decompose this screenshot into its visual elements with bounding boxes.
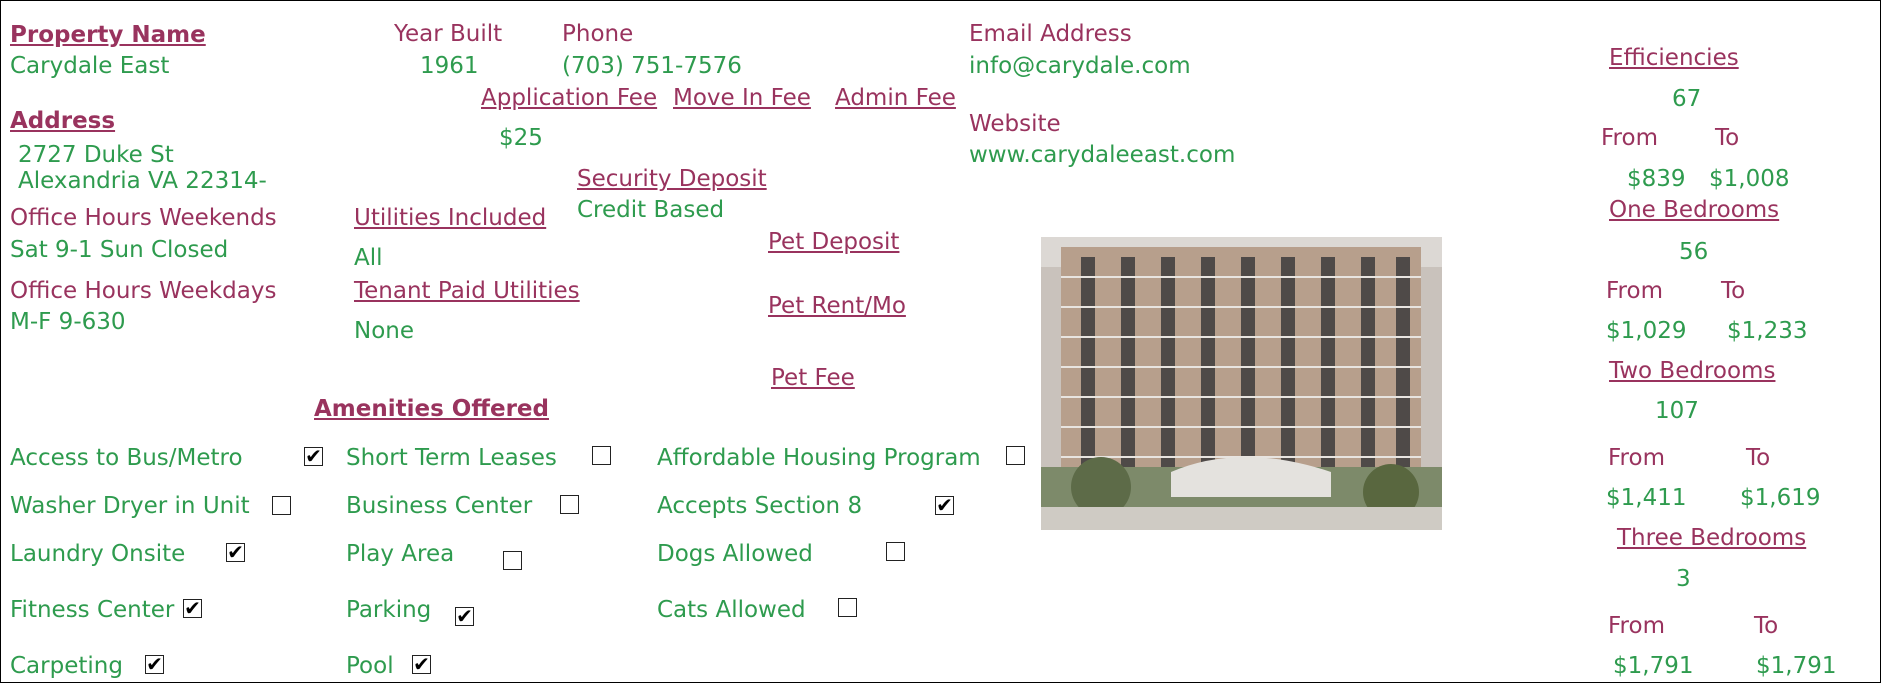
from-label: From [1608, 613, 1665, 639]
amenity-label: Business Center [346, 493, 533, 519]
email-label: Email Address [969, 21, 1132, 47]
amenity-label: Carpeting [10, 653, 123, 679]
three-bed-to: $1,791 [1756, 653, 1837, 679]
from-label: From [1608, 445, 1665, 471]
utilities-included-label: Utilities Included [354, 205, 547, 231]
weekend-hours-label: Office Hours Weekends [10, 205, 277, 231]
amenity-checkbox[interactable] [503, 551, 522, 570]
admin-fee-label: Admin Fee [835, 85, 956, 111]
amenity-label: Laundry Onsite [10, 541, 186, 567]
three-bed-label: Three Bedrooms [1617, 525, 1807, 551]
efficiencies-from: $839 [1627, 166, 1686, 192]
to-label: To [1721, 278, 1746, 304]
amenities-title: Amenities Offered [314, 396, 549, 422]
one-bed-count: 56 [1679, 239, 1709, 265]
building-photo [1041, 237, 1442, 530]
efficiencies-label: Efficiencies [1609, 45, 1739, 71]
amenity-label: Parking [346, 597, 432, 623]
weekday-hours: M-F 9-630 [10, 309, 126, 335]
from-label: From [1606, 278, 1663, 304]
two-bed-from: $1,411 [1606, 485, 1687, 511]
from-label: From [1601, 125, 1658, 151]
amenity-label: Pool [346, 653, 394, 679]
website[interactable]: www.carydaleeast.com [969, 144, 1235, 167]
amenity-label: Short Term Leases [346, 445, 557, 471]
efficiencies-count: 67 [1672, 86, 1702, 112]
security-deposit: Credit Based [577, 197, 725, 223]
address-label: Address [10, 108, 116, 134]
amenity-checkbox[interactable]: ✔ [183, 598, 202, 618]
amenity-label: Affordable Housing Program [657, 445, 981, 471]
amenity-checkbox[interactable] [838, 598, 857, 617]
one-bed-label: One Bedrooms [1609, 197, 1780, 223]
amenity-label: Access to Bus/Metro [10, 445, 243, 471]
email[interactable]: info@carydale.com [969, 55, 1191, 78]
amenity-checkbox[interactable]: ✔ [935, 495, 954, 515]
two-bed-count: 107 [1655, 398, 1699, 424]
to-label: To [1715, 125, 1740, 151]
property-name-label: Property Name [10, 22, 206, 48]
tenant-paid-label: Tenant Paid Utilities [354, 278, 580, 304]
phone: (703) 751-7576 [562, 53, 742, 79]
year-built: 1961 [420, 53, 479, 79]
amenity-checkbox[interactable]: ✔ [412, 654, 431, 674]
amenity-label: Fitness Center [10, 597, 175, 623]
two-bed-to: $1,619 [1740, 485, 1821, 511]
amenity-checkbox[interactable] [560, 495, 579, 514]
weekend-hours: Sat 9-1 Sun Closed [10, 237, 229, 263]
website-label: Website [969, 111, 1061, 137]
property-name: Carydale East [10, 53, 170, 79]
one-bed-from: $1,029 [1606, 318, 1687, 344]
amenity-label: Dogs Allowed [657, 541, 813, 567]
year-built-label: Year Built [394, 21, 503, 47]
to-label: To [1746, 445, 1771, 471]
amenity-label: Washer Dryer in Unit [10, 493, 250, 519]
move-in-fee-label: Move In Fee [673, 85, 811, 111]
address-line2: Alexandria VA 22314- [18, 168, 267, 194]
amenity-checkbox[interactable]: ✔ [226, 542, 245, 562]
weekday-hours-label: Office Hours Weekdays [10, 278, 277, 304]
pet-rent-label: Pet Rent/Mo [768, 293, 906, 319]
amenity-checkbox[interactable] [1006, 446, 1025, 465]
amenity-label: Cats Allowed [657, 597, 806, 623]
pet-deposit-label: Pet Deposit [768, 229, 900, 255]
application-fee-label: Application Fee [481, 85, 658, 111]
application-fee: $25 [499, 125, 543, 151]
to-label: To [1754, 613, 1779, 639]
amenity-checkbox[interactable] [886, 542, 905, 561]
utilities-included: All [354, 245, 383, 271]
amenity-checkbox[interactable] [592, 446, 611, 465]
three-bed-count: 3 [1676, 566, 1691, 592]
security-deposit-label: Security Deposit [577, 166, 767, 192]
address-line1: 2727 Duke St [18, 142, 174, 168]
amenity-checkbox[interactable]: ✔ [304, 446, 323, 466]
one-bed-to: $1,233 [1727, 318, 1808, 344]
two-bed-label: Two Bedrooms [1609, 358, 1776, 384]
phone-label: Phone [562, 21, 634, 47]
amenity-label: Play Area [346, 541, 455, 567]
pet-fee-label: Pet Fee [771, 365, 855, 391]
amenity-label: Accepts Section 8 [657, 493, 863, 519]
tenant-paid: None [354, 318, 415, 344]
efficiencies-to: $1,008 [1709, 166, 1790, 192]
amenity-checkbox[interactable]: ✔ [455, 606, 474, 626]
amenity-checkbox[interactable] [272, 496, 291, 515]
amenity-checkbox[interactable]: ✔ [145, 654, 164, 674]
three-bed-from: $1,791 [1613, 653, 1694, 679]
